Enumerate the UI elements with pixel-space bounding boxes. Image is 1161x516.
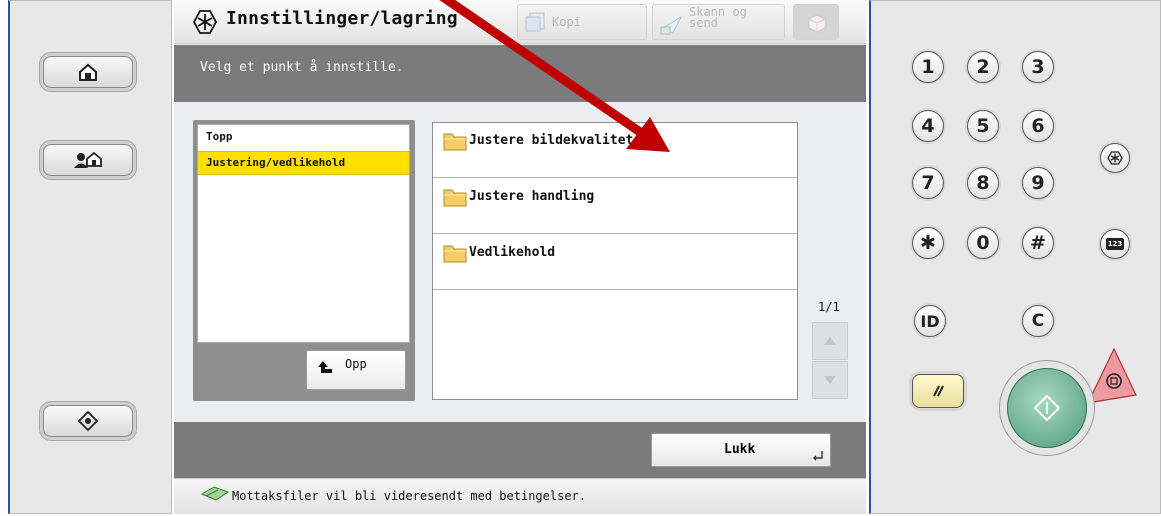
instruction-text: Velg et punkt å innstille. [200, 60, 404, 75]
folder-item-maintenance[interactable]: Vedlikehold [433, 235, 797, 290]
triangle-down-icon [824, 376, 836, 384]
key-hash[interactable]: # [1022, 227, 1054, 259]
key-7[interactable]: 7 [912, 167, 944, 199]
folder-label: Justere handling [469, 189, 595, 204]
tab-extra[interactable] [793, 4, 839, 40]
key-8[interactable]: 8 [967, 167, 999, 199]
up-button-label: Opp [345, 357, 367, 371]
key-4[interactable]: 4 [912, 110, 944, 142]
key-2[interactable]: 2 [967, 51, 999, 83]
user-home-icon [74, 151, 102, 168]
settings-icon [1107, 151, 1123, 165]
key-asterisk[interactable]: ✱ [912, 227, 944, 259]
reset-button[interactable] [912, 374, 964, 408]
tree-item-top[interactable]: Topp [198, 126, 409, 150]
scroll-up-button[interactable] [812, 322, 848, 360]
counter-check-key[interactable]: 123 [1100, 229, 1130, 259]
folder-item-operation[interactable]: Justere handling [433, 179, 797, 234]
up-button[interactable]: Opp [306, 350, 406, 390]
folder-icon [443, 189, 467, 207]
cube-icon [808, 14, 826, 33]
status-monitor-button[interactable] [43, 144, 133, 176]
forward-icon [200, 486, 230, 501]
up-arrow-icon [318, 361, 332, 373]
key-0[interactable]: 0 [967, 227, 999, 259]
scroll-down-button[interactable] [812, 361, 848, 399]
annotation-arrow [439, 0, 670, 152]
status-message: Mottaksfiler vil bli videresendt med bet… [232, 489, 587, 503]
start-icon [1033, 394, 1061, 422]
energy-saver-button[interactable] [43, 405, 133, 437]
folder-label: Vedlikehold [469, 245, 556, 260]
start-button[interactable] [1007, 368, 1087, 448]
folder-icon [443, 245, 467, 263]
key-9[interactable]: 9 [1022, 167, 1054, 199]
settings-icon [192, 10, 218, 34]
id-key[interactable]: ID [914, 305, 946, 337]
diamond-eye-icon [77, 410, 99, 432]
home-icon [79, 63, 97, 81]
counter-label: 123 [1106, 238, 1124, 250]
key-1[interactable]: 1 [912, 51, 944, 83]
reset-icon [933, 385, 944, 397]
key-5[interactable]: 5 [967, 110, 999, 142]
home-button[interactable] [43, 56, 133, 88]
close-button[interactable]: Lukk [651, 433, 831, 467]
enter-arrow-icon [813, 451, 823, 461]
page-indicator: 1/1 [818, 300, 840, 314]
clear-key[interactable]: C [1022, 305, 1054, 337]
key-3[interactable]: 3 [1022, 51, 1054, 83]
close-button-label: Lukk [724, 442, 756, 457]
tree-item-adjustment-maintenance[interactable]: Justering/vedlikehold [198, 151, 409, 175]
key-6[interactable]: 6 [1022, 110, 1054, 142]
settings-key[interactable] [1100, 143, 1130, 173]
triangle-up-icon [824, 337, 836, 345]
